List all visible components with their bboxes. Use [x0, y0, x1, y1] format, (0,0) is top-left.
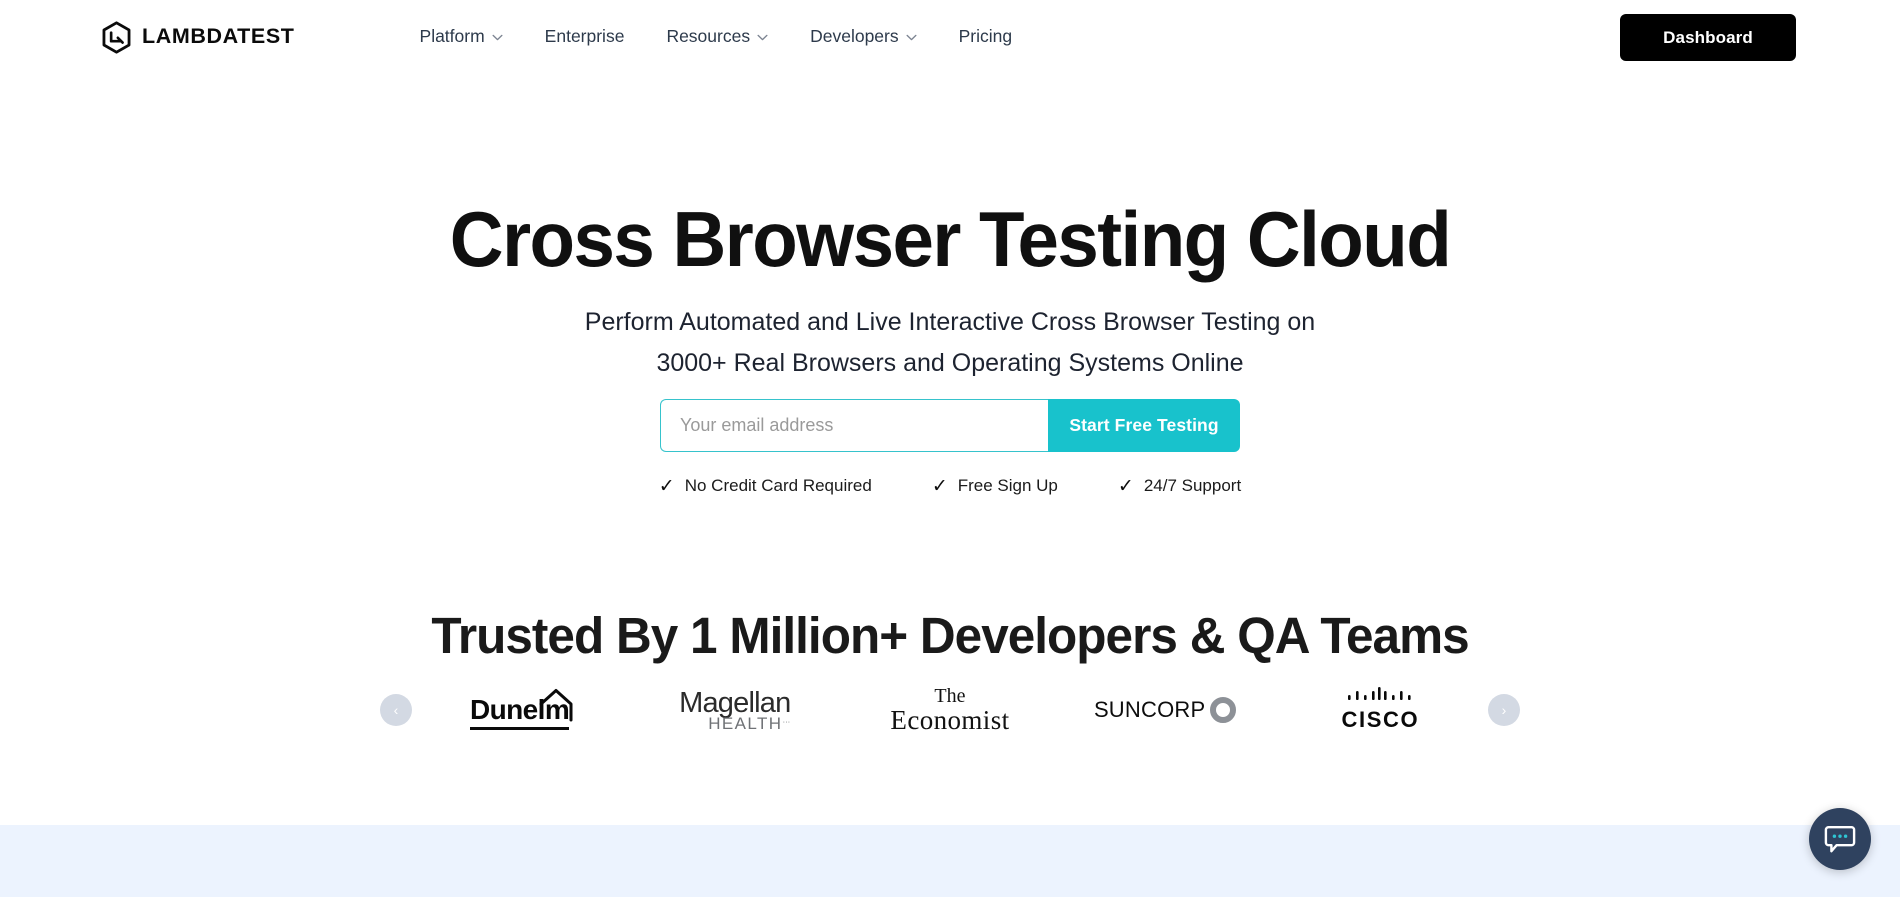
logo-track: Dunelm Magellan HEALTH… The Economist SU… — [412, 660, 1488, 760]
logo-the-economist: The Economist — [850, 660, 1050, 760]
suncorp-ring-icon — [1210, 697, 1237, 723]
start-free-testing-button[interactable]: Start Free Testing — [1048, 399, 1240, 452]
carousel-prev-button[interactable]: ‹ — [380, 694, 412, 726]
logo-cisco-text: CISCO — [1341, 707, 1420, 732]
chat-bubble-icon — [1824, 826, 1856, 853]
feature-label: Free Sign Up — [957, 476, 1058, 495]
logo-dunelm: Dunelm — [420, 660, 620, 760]
hero-subtitle: Perform Automated and Live Interactive C… — [0, 302, 1900, 384]
feature-no-credit-card: ✓ No Credit Card Required — [659, 476, 872, 496]
signup-form: Start Free Testing — [660, 399, 1240, 452]
nav-item-developers[interactable]: Developers — [789, 28, 938, 46]
trusted-by-title: Trusted By 1 Million+ Developers & QA Te… — [431, 607, 1469, 665]
brand-name: LAMBDATEST — [142, 24, 295, 49]
logo-magellan-health: Magellan HEALTH… — [635, 660, 835, 760]
nav-item-pricing[interactable]: Pricing — [938, 28, 1034, 46]
dashboard-button[interactable]: Dashboard — [1620, 14, 1796, 61]
main-nav: Platform Enterprise Resources Developers — [399, 28, 1034, 46]
chevron-down-icon — [906, 34, 917, 40]
logo-cisco: CISCO — [1280, 660, 1480, 760]
page-root: LAMBDATEST Platform Enterprise Resources… — [0, 0, 1900, 897]
logo-economist-line1: The — [934, 684, 966, 707]
hero-subtitle-line-2: 3000+ Real Browsers and Operating System… — [656, 349, 1244, 377]
site-header: LAMBDATEST Platform Enterprise Resources… — [0, 0, 1900, 74]
next-section-band — [0, 825, 1900, 897]
nav-label: Developers — [810, 26, 899, 47]
logo-economist-line2: Economist — [890, 705, 1010, 736]
check-icon: ✓ — [1117, 475, 1134, 497]
cisco-bridge-icon — [1348, 687, 1411, 700]
chevron-down-icon — [492, 34, 503, 40]
nav-label: Platform — [419, 26, 485, 47]
feature-label: No Credit Card Required — [684, 476, 872, 495]
nav-label: Resources — [666, 26, 751, 47]
email-field[interactable] — [660, 399, 1048, 452]
feature-support: ✓ 24/7 Support — [1118, 476, 1241, 496]
nav-item-platform[interactable]: Platform — [399, 28, 524, 46]
nav-item-resources[interactable]: Resources — [645, 28, 789, 46]
nav-label: Enterprise — [544, 26, 625, 47]
logo-suncorp: SUNCORP — [1065, 660, 1265, 760]
brand-logo-link[interactable]: LAMBDATEST — [100, 20, 295, 54]
check-icon: ✓ — [931, 475, 948, 497]
carousel-next-button[interactable]: › — [1488, 694, 1520, 726]
logo-suncorp-text: SUNCORP — [1093, 697, 1206, 722]
check-icon: ✓ — [658, 475, 675, 497]
hero-feature-list: ✓ No Credit Card Required ✓ Free Sign Up… — [0, 476, 1900, 496]
chat-widget-button[interactable] — [1809, 808, 1871, 870]
logo-carousel: ‹ Dunelm Magellan HEALTH… The Economist … — [380, 660, 1520, 760]
lambdatest-hex-logo-icon — [102, 20, 131, 54]
nav-label: Pricing — [958, 26, 1013, 47]
dunelm-house-icon — [539, 689, 573, 722]
nav-item-enterprise[interactable]: Enterprise — [524, 28, 646, 46]
feature-label: 24/7 Support — [1143, 476, 1242, 495]
feature-free-sign-up: ✓ Free Sign Up — [932, 476, 1058, 496]
page-title: Cross Browser Testing Cloud — [449, 195, 1452, 284]
hero-subtitle-line-1: Perform Automated and Live Interactive C… — [584, 308, 1316, 336]
chevron-down-icon — [757, 34, 768, 40]
